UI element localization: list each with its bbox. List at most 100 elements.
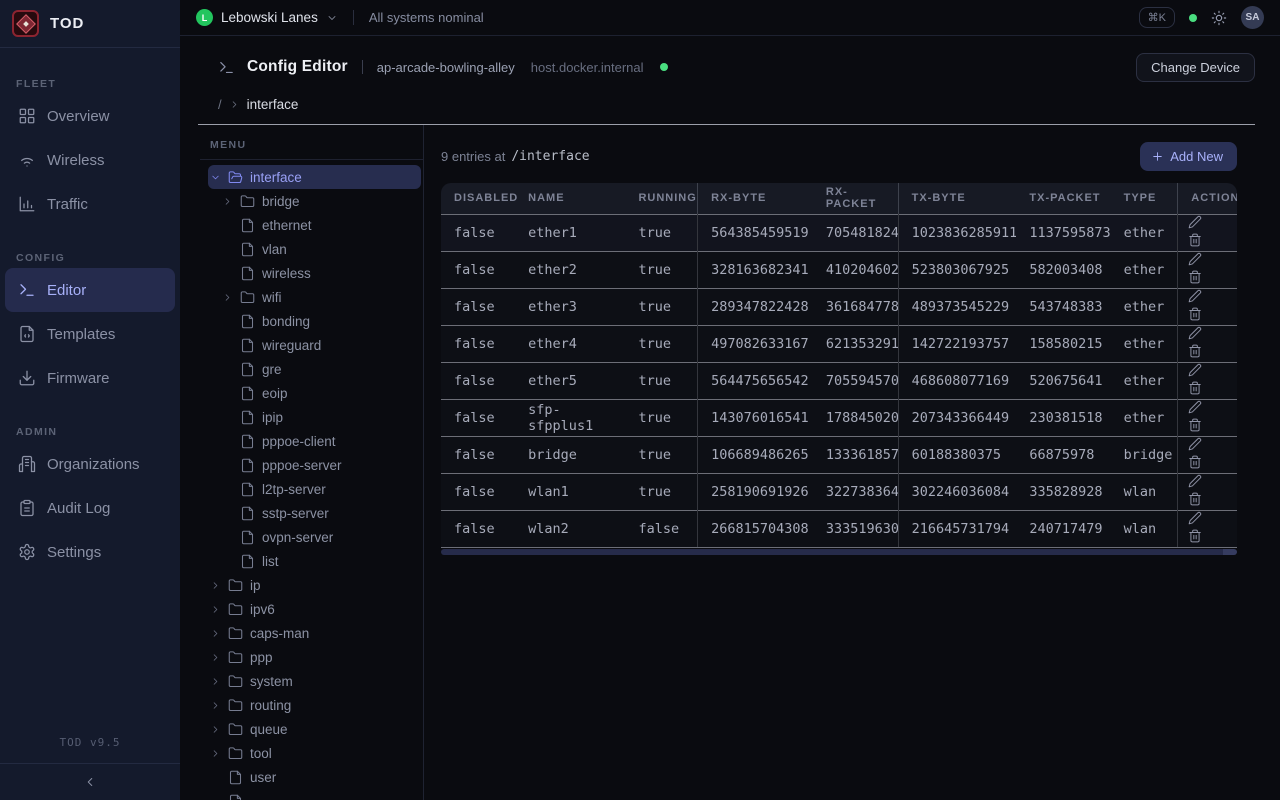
edit-row-button[interactable]: [1188, 326, 1202, 340]
sidebar-item-audit-log[interactable]: Audit Log: [5, 486, 175, 530]
tree-item-wireguard[interactable]: wireguard: [208, 333, 421, 357]
tree-item-wifi[interactable]: wifi: [208, 285, 421, 309]
cell-rx-packet: 322738364: [813, 473, 898, 510]
table-row[interactable]: falseether3true2893478224283616847784893…: [441, 288, 1237, 325]
sidebar-item-templates[interactable]: Templates: [5, 312, 175, 356]
delete-row-button[interactable]: [1188, 344, 1202, 358]
delete-row-button[interactable]: [1188, 381, 1202, 395]
chevron-down-icon: [326, 12, 338, 24]
edit-row-button[interactable]: [1188, 289, 1202, 303]
sidebar-item-traffic[interactable]: Traffic: [5, 182, 175, 226]
sidebar-item-label: Traffic: [47, 196, 88, 213]
table-row[interactable]: falseether2true3281636823414102046025238…: [441, 251, 1237, 288]
tree-item-label: eoip: [262, 386, 288, 401]
delete-row-button[interactable]: [1188, 492, 1202, 506]
table-row[interactable]: falseether1true5643854595197054818241023…: [441, 214, 1237, 251]
cell-tx-packet: 543748383: [1016, 288, 1110, 325]
app-root: TOD FLEETOverviewWirelessTrafficCONFIGEd…: [0, 0, 1280, 800]
tree-item-ethernet[interactable]: ethernet: [208, 213, 421, 237]
delete-row-button[interactable]: [1188, 418, 1202, 432]
chevron-right-icon: [210, 579, 228, 591]
tree-item-eoip[interactable]: eoip: [208, 381, 421, 405]
cell-running: true: [625, 251, 697, 288]
tree-item-ip[interactable]: ip: [208, 573, 421, 597]
user-avatar[interactable]: SA: [1241, 6, 1264, 29]
file-icon: [240, 338, 255, 353]
sidebar-item-label: Templates: [47, 326, 115, 343]
chevron-right-icon: [229, 99, 240, 110]
tree-indent: [222, 267, 240, 279]
command-palette-shortcut[interactable]: ⌘K: [1139, 7, 1175, 28]
delete-row-button[interactable]: [1188, 307, 1202, 321]
table-row[interactable]: falsebridgetrue1066894862651333618576018…: [441, 436, 1237, 473]
terminal-icon: [218, 59, 235, 76]
tree-item-wireless[interactable]: wireless: [208, 261, 421, 285]
tree-item-l2tp-server[interactable]: l2tp-server: [208, 477, 421, 501]
tree-item-caps-man[interactable]: caps-man: [208, 621, 421, 645]
sidebar-item-label: Editor: [47, 282, 86, 299]
sidebar-item-settings[interactable]: Settings: [5, 530, 175, 574]
edit-row-button[interactable]: [1188, 474, 1202, 488]
cell-type: ether: [1111, 214, 1178, 251]
edit-row-button[interactable]: [1188, 437, 1202, 451]
tree-indent: [222, 483, 240, 495]
tree-item-pppoe-client[interactable]: pppoe-client: [208, 429, 421, 453]
delete-row-button[interactable]: [1188, 529, 1202, 543]
edit-row-button[interactable]: [1188, 215, 1202, 229]
tree-item-ovpn-server[interactable]: ovpn-server: [208, 525, 421, 549]
table-row[interactable]: falseether4true4970826331676213532911427…: [441, 325, 1237, 362]
tree-item-ipip[interactable]: ipip: [208, 405, 421, 429]
table-scrollbar[interactable]: [441, 549, 1237, 555]
tree-item-vlan[interactable]: vlan: [208, 237, 421, 261]
sidebar-item-wireless[interactable]: Wireless: [5, 138, 175, 182]
tree-item-ppp[interactable]: ppp: [208, 645, 421, 669]
tree-item-bridge[interactable]: bridge: [208, 189, 421, 213]
tree-item-interface[interactable]: interface: [208, 165, 421, 189]
delete-row-button[interactable]: [1188, 233, 1202, 247]
sidebar-item-editor[interactable]: Editor: [5, 268, 175, 312]
tree-item-cutoff[interactable]: [208, 789, 421, 800]
cell-rx-packet: 133361857: [813, 436, 898, 473]
sidebar-item-organizations[interactable]: Organizations: [5, 442, 175, 486]
folder-icon: [228, 602, 243, 617]
chevron-right-icon: [210, 627, 228, 639]
tree-item-bonding[interactable]: bonding: [208, 309, 421, 333]
add-new-button[interactable]: Add New: [1140, 142, 1237, 171]
sidebar-collapse-button[interactable]: [0, 763, 180, 800]
theme-toggle-button[interactable]: [1211, 10, 1227, 26]
org-switcher[interactable]: L Lebowski Lanes: [196, 9, 338, 26]
tree-item-sstp-server[interactable]: sstp-server: [208, 501, 421, 525]
column-header-running: RUNNING: [625, 183, 697, 214]
table-row[interactable]: falsesfp-sfpplus1true1430760165411788450…: [441, 399, 1237, 436]
delete-row-button[interactable]: [1188, 455, 1202, 469]
edit-row-button[interactable]: [1188, 363, 1202, 377]
folder-icon: [228, 626, 243, 641]
tree-item-ipv6[interactable]: ipv6: [208, 597, 421, 621]
main-area: Config Editor ap-arcade-bowling-alley ho…: [180, 36, 1280, 800]
tree-item-tool[interactable]: tool: [208, 741, 421, 765]
table-row[interactable]: falseether5true5644756565427055945704686…: [441, 362, 1237, 399]
edit-row-button[interactable]: [1188, 252, 1202, 266]
breadcrumb-root[interactable]: /: [218, 97, 222, 112]
tree-item-pppoe-server[interactable]: pppoe-server: [208, 453, 421, 477]
tree-item-queue[interactable]: queue: [208, 717, 421, 741]
edit-row-button[interactable]: [1188, 400, 1202, 414]
tree-item-routing[interactable]: routing: [208, 693, 421, 717]
delete-row-button[interactable]: [1188, 270, 1202, 284]
column-header-rx-packet: RX-PACKET: [813, 183, 898, 214]
cell-running: true: [625, 288, 697, 325]
interface-table: DISABLEDNAMERUNNINGRX-BYTERX-PACKETTX-BY…: [441, 183, 1237, 548]
clipboard-icon: [18, 499, 36, 517]
sidebar-item-firmware[interactable]: Firmware: [5, 356, 175, 400]
change-device-button[interactable]: Change Device: [1136, 53, 1255, 82]
tree-item-gre[interactable]: gre: [208, 357, 421, 381]
tree-item-list[interactable]: list: [208, 549, 421, 573]
cell-type: wlan: [1111, 473, 1178, 510]
tree-item-user[interactable]: user: [208, 765, 421, 789]
table-row[interactable]: falsewlan2false2668157043083335196302166…: [441, 510, 1237, 547]
cell-disabled: false: [441, 325, 515, 362]
sidebar-item-overview[interactable]: Overview: [5, 94, 175, 138]
edit-row-button[interactable]: [1188, 511, 1202, 525]
tree-item-system[interactable]: system: [208, 669, 421, 693]
table-row[interactable]: falsewlan1true25819069192632273836430224…: [441, 473, 1237, 510]
